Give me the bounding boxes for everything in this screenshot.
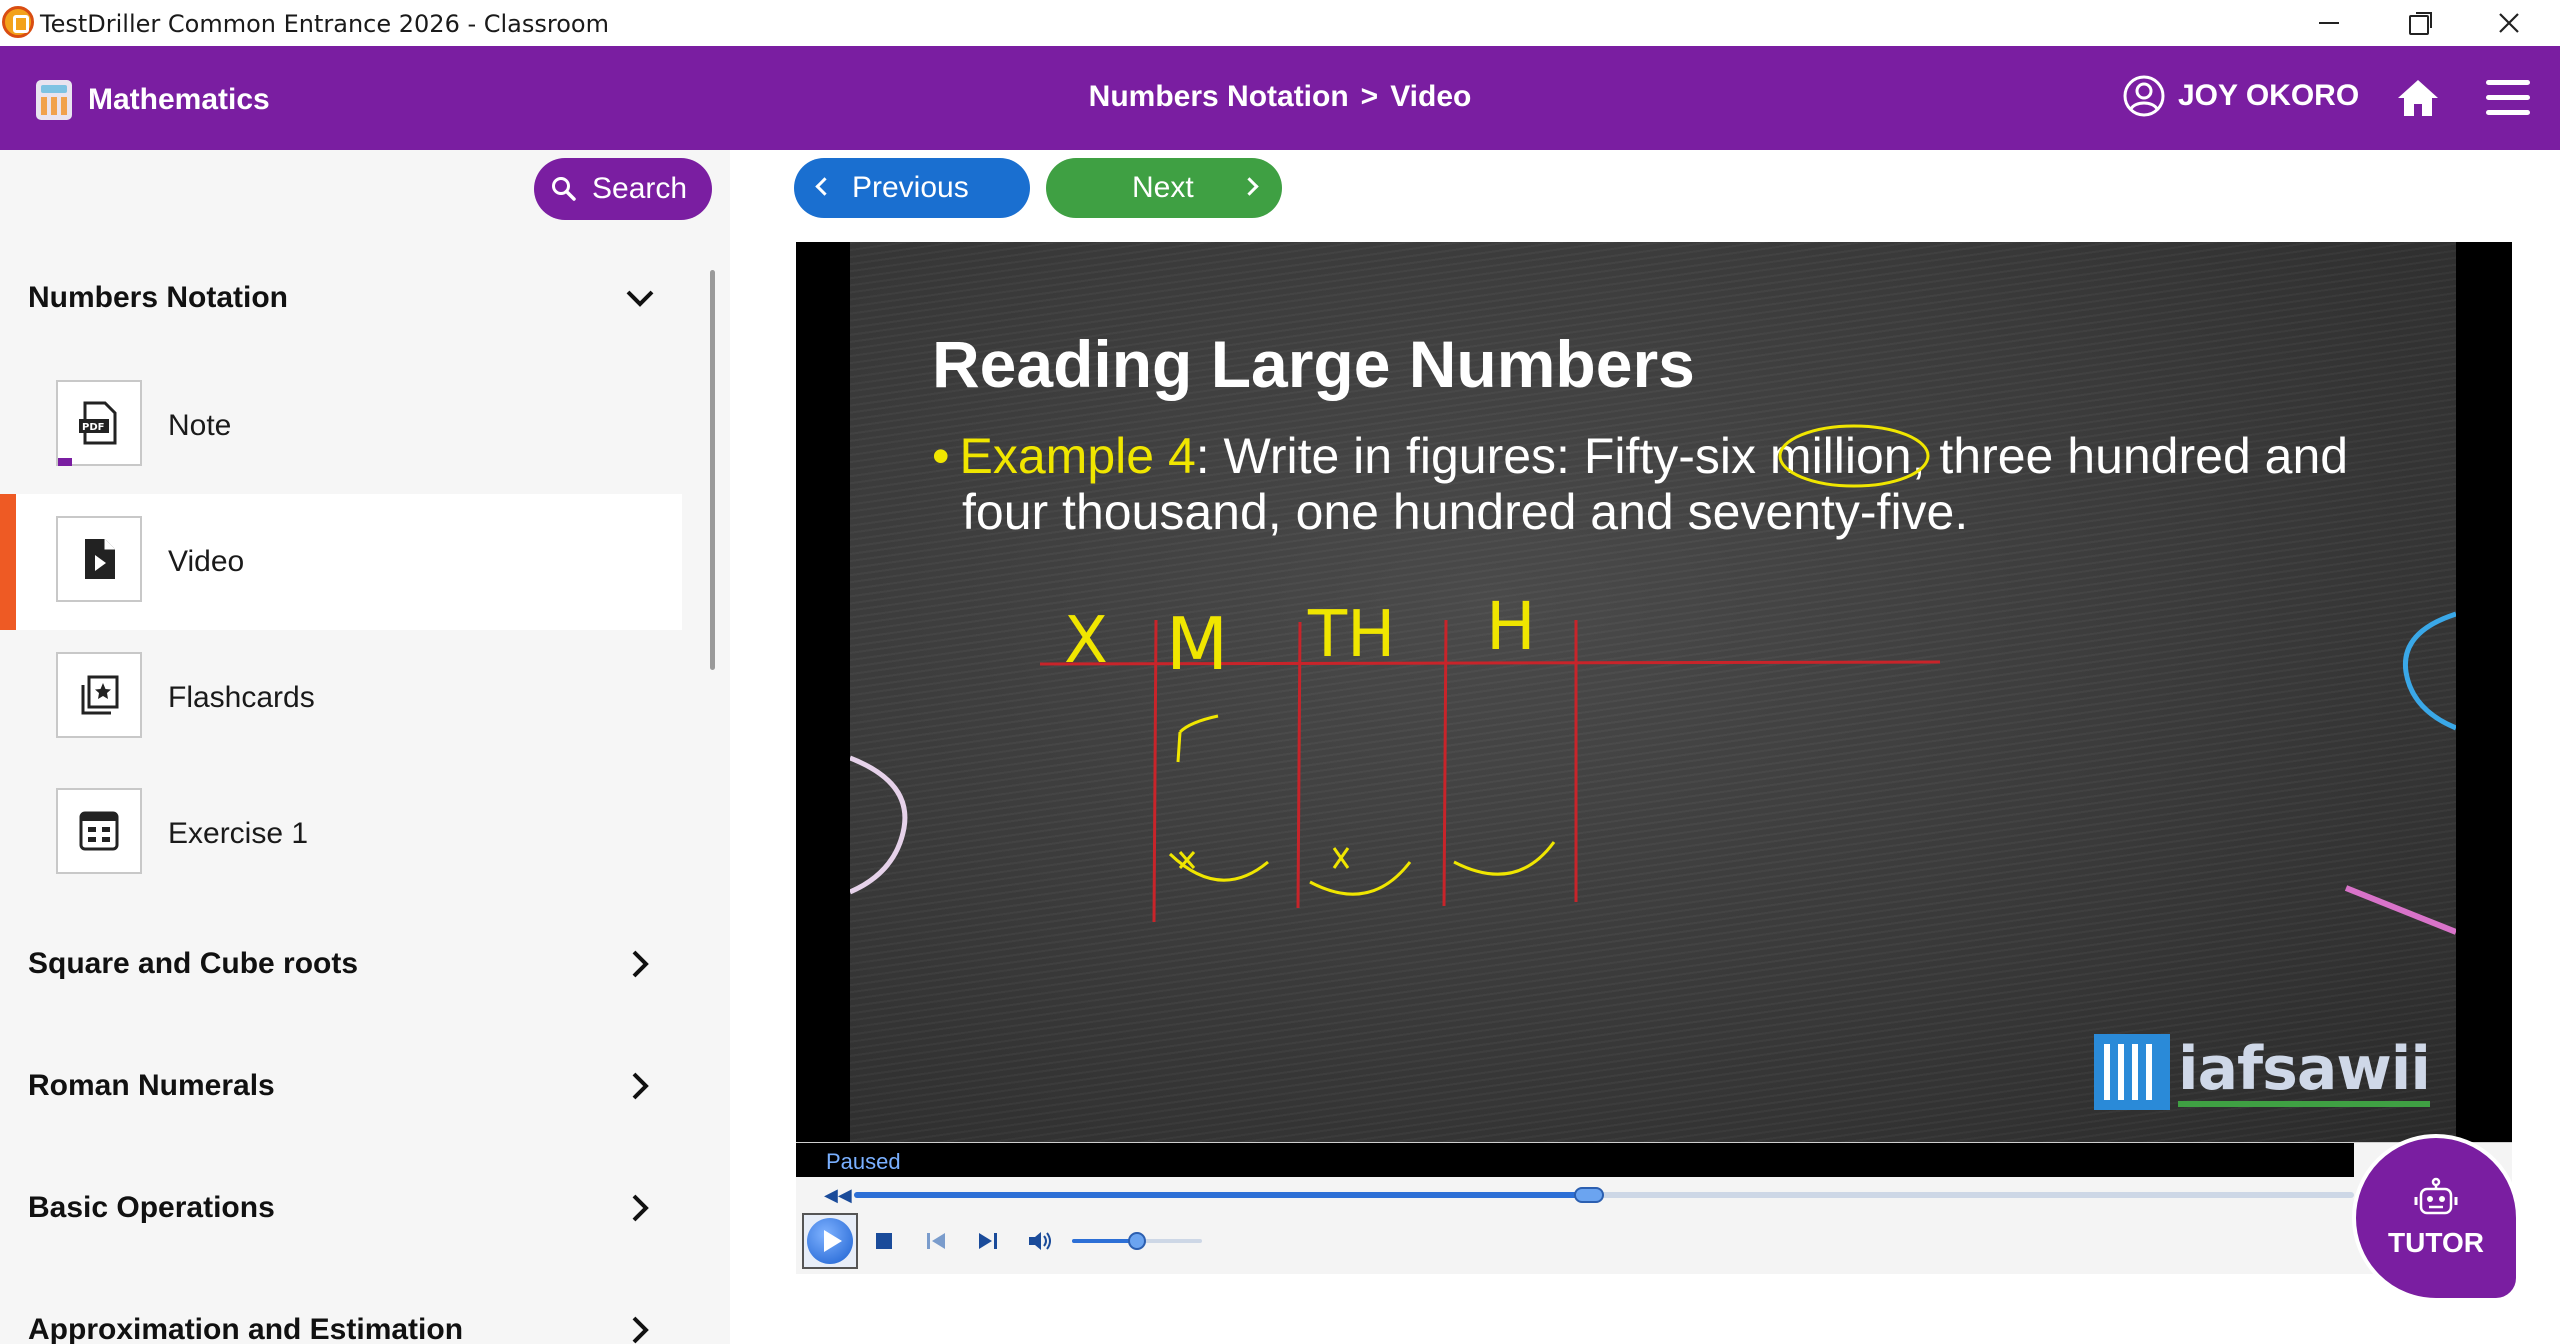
breadcrumb-topic: Numbers Notation [1088, 80, 1349, 113]
video-frame[interactable]: Reading Large Numbers • Example 4: Write … [796, 242, 2512, 1142]
chevron-right-icon [632, 950, 649, 978]
previous-button[interactable]: Previous [794, 158, 1030, 218]
topic-numbers-notation[interactable]: Numbers Notation [0, 258, 690, 338]
search-icon [552, 177, 576, 201]
tutor-button[interactable]: TUTOR [2352, 1134, 2520, 1302]
video-logo: iafsawii [2094, 1034, 2431, 1110]
robot-icon [2414, 1177, 2458, 1215]
video-file-icon [85, 539, 115, 579]
lesson-thumb [56, 652, 142, 738]
video-player: Reading Large Numbers • Example 4: Write … [796, 242, 2512, 1274]
lesson-thumb [56, 788, 142, 874]
board-column-header: H [1486, 588, 1536, 665]
maximize-icon[interactable] [2374, 0, 2464, 46]
volume-icon [1029, 1232, 1051, 1250]
chevron-right-icon [632, 1072, 649, 1100]
lesson-label: Flashcards [168, 681, 315, 714]
lesson-label: Note [168, 409, 232, 442]
app-window: TestDriller Common Entrance 2026 - Class… [0, 0, 2560, 1344]
chalkboard-slide: Reading Large Numbers • Example 4: Write … [850, 242, 2456, 1142]
board-column-header: X [1064, 604, 1108, 678]
title-bar: TestDriller Common Entrance 2026 - Class… [0, 0, 2560, 46]
pdf-icon: PDF [79, 401, 117, 445]
search-label: Search [592, 172, 688, 205]
search-button[interactable]: Search [534, 158, 712, 220]
lesson-flashcards[interactable]: Flashcards [0, 630, 682, 766]
sidebar: Search Numbers Notation PDF Note Video F… [0, 150, 730, 1344]
lesson-label: Exercise 1 [168, 817, 309, 850]
lesson-exercise-1[interactable]: Exercise 1 [0, 766, 682, 902]
tutor-label: TUTOR [2388, 1227, 2484, 1258]
user-circle-icon [2123, 75, 2165, 117]
chalk-drawing [850, 424, 2456, 935]
rewind-icon[interactable]: ◀◀ [824, 1185, 852, 1206]
next-button[interactable]: Next [1046, 158, 1282, 218]
chevron-right-icon [632, 1194, 649, 1222]
topic-title: Approximation and Estimation [28, 1313, 464, 1344]
stop-button[interactable] [858, 1221, 910, 1261]
lesson-note[interactable]: PDF Note [0, 358, 682, 494]
topic-title: Square and Cube roots [28, 947, 359, 980]
chevron-down-icon [626, 290, 654, 307]
topic-title: Numbers Notation [28, 281, 289, 314]
skip-forward-icon [979, 1233, 997, 1249]
stop-icon [876, 1233, 892, 1249]
topic-approximation-and-estimation[interactable]: Approximation and Estimation [0, 1290, 690, 1344]
breadcrumb-separator: > [1360, 80, 1379, 113]
breadcrumb-page: Video [1390, 80, 1472, 113]
logo-mark-icon [2094, 1034, 2170, 1110]
flashcards-icon [81, 675, 119, 715]
seek-fill [854, 1192, 1589, 1198]
app-icon [2, 6, 34, 38]
app-header: Mathematics Numbers Notation > Video JOY O… [0, 46, 2560, 150]
lesson-video[interactable]: Video [0, 494, 682, 630]
board-column-header: M [1166, 602, 1229, 686]
next-track-button[interactable] [962, 1221, 1014, 1261]
topic-basic-operations[interactable]: Basic Operations [0, 1168, 690, 1248]
svg-text:PDF: PDF [82, 422, 104, 433]
exercise-icon [79, 811, 119, 851]
home-icon[interactable] [2396, 76, 2440, 120]
play-icon [807, 1218, 853, 1264]
close-icon[interactable] [2464, 0, 2554, 46]
user-profile[interactable]: JOY OKORO [2122, 74, 2359, 118]
previous-track-button[interactable] [910, 1221, 962, 1261]
playback-status: Paused [826, 1149, 901, 1174]
minimize-icon[interactable] [2284, 0, 2374, 46]
logo-text: iafsawii [2178, 1037, 2431, 1107]
volume-knob[interactable] [1128, 1232, 1146, 1250]
sidebar-scrollbar[interactable] [710, 270, 715, 670]
topic-roman-numerals[interactable]: Roman Numerals [0, 1046, 690, 1126]
play-button[interactable] [802, 1213, 858, 1269]
hamburger-menu-icon[interactable] [2486, 80, 2530, 116]
user-name: JOY OKORO [2178, 79, 2360, 112]
skip-back-icon [927, 1233, 945, 1249]
mute-button[interactable] [1014, 1221, 1066, 1261]
topic-title: Roman Numerals [28, 1069, 275, 1102]
seek-bar[interactable]: ◀◀ [824, 1183, 2354, 1207]
previous-label: Previous [852, 171, 969, 204]
topic-title: Basic Operations [28, 1191, 275, 1224]
status-bar: Paused [796, 1143, 2354, 1177]
volume-slider[interactable] [1072, 1231, 1202, 1251]
window-title: TestDriller Common Entrance 2026 - Class… [40, 10, 609, 38]
topic-square-and-cube-roots[interactable]: Square and Cube roots [0, 924, 690, 1004]
seek-knob[interactable] [1574, 1187, 1604, 1203]
player-controls: Paused ◀◀ [796, 1142, 2512, 1274]
lesson-thumb: PDF [56, 380, 142, 466]
lesson-progress-mark [58, 458, 72, 466]
lesson-thumb [56, 516, 142, 602]
control-buttons [802, 1213, 1202, 1269]
lesson-label: Video [168, 545, 245, 578]
chevron-right-icon [632, 1316, 649, 1344]
next-label: Next [1132, 171, 1194, 204]
board-column-header: TH [1308, 598, 1396, 672]
